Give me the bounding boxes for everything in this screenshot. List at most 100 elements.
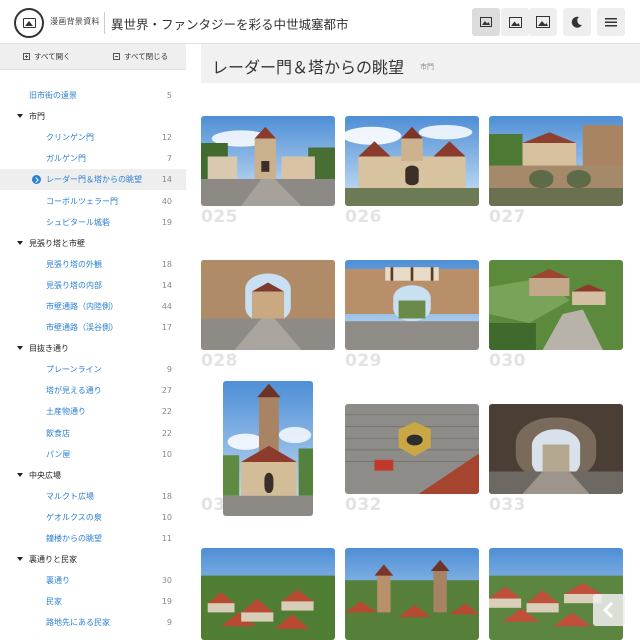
nav-count: 44 — [161, 301, 172, 311]
image-medium-icon — [508, 16, 522, 28]
image-small-icon — [480, 17, 492, 27]
nav-count: 7 — [166, 154, 172, 164]
nav-label: ガルゲン門 — [46, 154, 86, 164]
nav-label: 市壁通路（渓谷側） — [46, 323, 118, 333]
nav-count: 19 — [161, 217, 172, 227]
thumbnail-image[interactable] — [345, 404, 479, 494]
chevron-left-icon — [602, 601, 614, 619]
minus-square-icon — [113, 53, 120, 60]
caret-down-icon[interactable] — [17, 557, 23, 562]
nav-count: 9 — [166, 365, 172, 375]
thumbnail-image[interactable] — [201, 260, 335, 350]
image-number: 033 — [489, 495, 526, 515]
site-logo-icon[interactable] — [14, 8, 44, 38]
nav-label: 土産物通り — [46, 407, 86, 417]
nav-item[interactable]: パン屋 10 — [0, 444, 186, 465]
sidebar: すべて開く すべて閉じる 旧市街の遠景 5 市門クリンゲン門 12 ガルゲン門 7 レーダー… — [0, 44, 186, 640]
book-title[interactable]: 異世界・ファンタジーを彩る中世城塞都市 — [111, 14, 349, 33]
image-large-icon — [536, 16, 550, 28]
nav-count: 14 — [161, 175, 172, 185]
thumbnail-image[interactable] — [223, 381, 313, 516]
nav-count: 14 — [161, 280, 172, 290]
nav-item[interactable]: 見張り塔の外観 18 — [0, 254, 186, 275]
nav-count: 12 — [161, 133, 172, 143]
nav-item[interactable]: 裏通り 30 — [0, 570, 186, 591]
caret-down-icon[interactable] — [17, 114, 23, 119]
nav-count: 40 — [161, 196, 172, 206]
nav-label: マルクト広場 — [46, 491, 94, 501]
nav-item[interactable]: 見張り塔の内部 14 — [0, 275, 186, 296]
nav-item[interactable]: クリンゲン門 12 — [0, 127, 186, 148]
thumbnail-image[interactable] — [489, 404, 623, 494]
nav-label: 見張り塔の内部 — [46, 280, 102, 290]
image-number: 025 — [201, 207, 238, 227]
nav-label: レーダー門＆塔からの眺望 — [46, 175, 142, 185]
nav-count: 18 — [161, 491, 172, 501]
nav-section[interactable]: 中央広場 — [0, 465, 186, 486]
nav-label: プレーンライン — [46, 365, 102, 375]
view-medium-button[interactable] — [501, 8, 529, 36]
view-small-button[interactable] — [472, 8, 500, 36]
dark-mode-button[interactable] — [563, 8, 591, 36]
caret-down-icon[interactable] — [17, 346, 23, 351]
scroll-top-button[interactable] — [593, 594, 625, 626]
nav-label: 市壁通路（内陸側） — [46, 301, 118, 311]
thumbnail-image[interactable] — [489, 260, 623, 350]
page-category[interactable]: 市門 — [420, 62, 434, 72]
nav-item[interactable]: 鐘楼からの眺望 11 — [0, 528, 186, 549]
thumbnail-image[interactable] — [345, 260, 479, 350]
nav-item[interactable]: ゲオルクスの泉 10 — [0, 507, 186, 528]
thumbnail-image[interactable] — [201, 116, 335, 206]
thumbnail-image[interactable] — [345, 548, 479, 640]
nav-label: シュピタール城砦 — [46, 217, 110, 227]
nav-item[interactable]: 土産物通り 22 — [0, 401, 186, 422]
plus-square-icon — [23, 53, 30, 60]
image-number: 029 — [345, 351, 382, 371]
nav-item[interactable]: 民家 19 — [0, 591, 186, 612]
nav-count: 11 — [161, 534, 172, 544]
category-nav: 旧市街の遠景 5 市門クリンゲン門 12 ガルゲン門 7 レーダー門＆塔からの眺望 14 コーボ… — [0, 85, 186, 633]
thumbnail-image[interactable] — [345, 116, 479, 206]
nav-label: 見張り塔の外観 — [46, 259, 102, 269]
nav-section[interactable]: 市門 — [0, 106, 186, 127]
nav-item[interactable]: プレーンライン 9 — [0, 359, 186, 380]
nav-section[interactable]: 見張り塔と市壁 — [0, 233, 186, 254]
nav-label: 市門 — [29, 112, 45, 122]
nav-section[interactable]: 目抜き通り — [0, 338, 186, 359]
view-large-button[interactable] — [529, 8, 557, 36]
nav-label: 目抜き通り — [29, 344, 69, 354]
site-name[interactable]: 漫画背景資料 — [50, 16, 100, 27]
nav-count: 22 — [161, 407, 172, 417]
image-number: 032 — [345, 495, 382, 515]
nav-label: 民家 — [46, 597, 62, 607]
nav-item[interactable]: コーボルツェラー門 40 — [0, 190, 186, 211]
nav-item[interactable]: 路地先にある民家 9 — [0, 612, 186, 633]
main-content: レーダー門＆塔からの眺望 市門 025 026 027 028 029 030 031 032… — [201, 44, 640, 640]
nav-label: クリンゲン門 — [46, 133, 94, 143]
nav-item[interactable]: マルクト広場 18 — [0, 486, 186, 507]
image-number: 030 — [489, 351, 526, 371]
collapse-all-button[interactable]: すべて閉じる — [113, 51, 168, 62]
nav-item[interactable]: 塔が見える通り 27 — [0, 380, 186, 401]
caret-down-icon[interactable] — [17, 472, 23, 477]
nav-count: 30 — [161, 576, 172, 586]
nav-item-selected[interactable]: レーダー門＆塔からの眺望 14 — [0, 169, 186, 191]
image-number: 028 — [201, 351, 238, 371]
nav-section[interactable]: 裏通りと民家 — [0, 549, 186, 570]
thumbnail-image[interactable] — [201, 548, 335, 640]
nav-item[interactable]: シュピタール城砦 19 — [0, 212, 186, 233]
nav-count: 19 — [161, 597, 172, 607]
nav-item[interactable]: 市壁通路（内陸側） 44 — [0, 296, 186, 317]
nav-label: コーボルツェラー門 — [46, 196, 118, 206]
nav-count: 10 — [161, 512, 172, 522]
nav-item[interactable]: 市壁通路（渓谷側） 17 — [0, 317, 186, 338]
nav-count: 9 — [166, 618, 172, 628]
expand-all-button[interactable]: すべて開く — [23, 51, 71, 62]
thumbnail-image[interactable] — [489, 116, 623, 206]
nav-item[interactable]: ガルゲン門 7 — [0, 148, 186, 169]
menu-button[interactable] — [597, 8, 625, 36]
nav-label: パン屋 — [46, 449, 71, 459]
caret-down-icon[interactable] — [17, 240, 23, 245]
nav-item[interactable]: 飲食店 22 — [0, 423, 186, 444]
nav-item[interactable]: 旧市街の遠景 5 — [0, 85, 186, 106]
